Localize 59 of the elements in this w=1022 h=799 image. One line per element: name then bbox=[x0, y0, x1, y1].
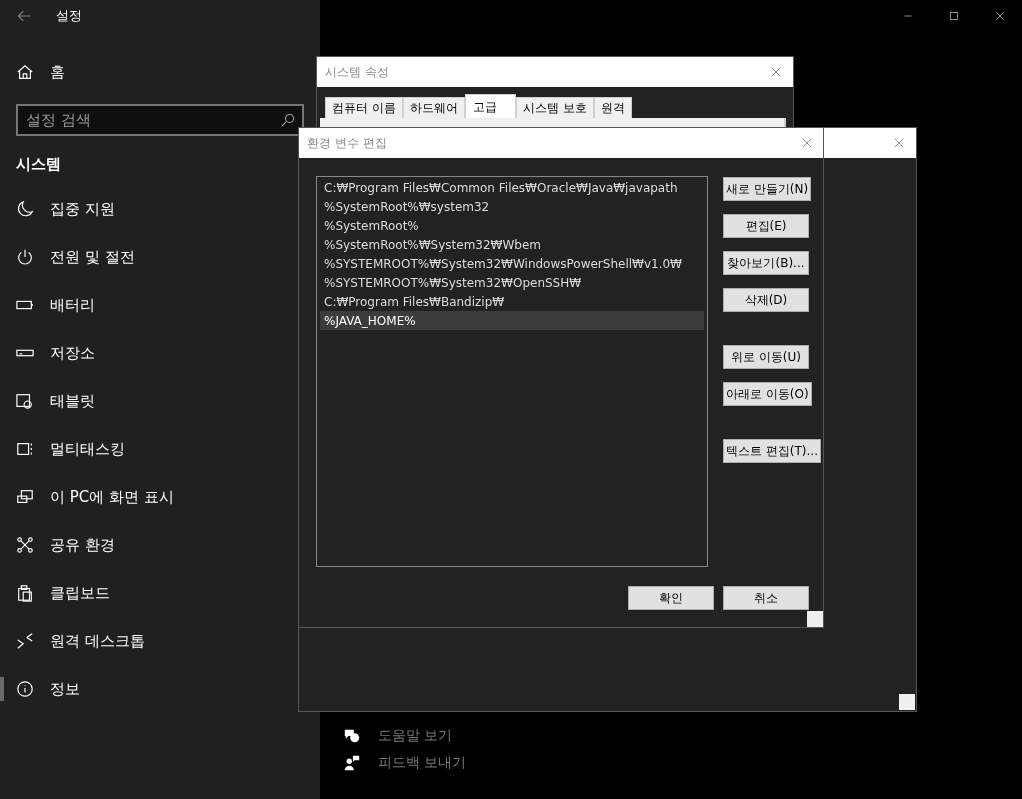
close-icon bbox=[892, 136, 906, 150]
share-icon bbox=[16, 536, 34, 554]
list-item[interactable]: %SystemRoot%₩System32₩Wbem bbox=[320, 235, 704, 254]
dialog-button[interactable]: 새로 만들기(N) bbox=[723, 177, 812, 201]
resize-grip bbox=[899, 694, 915, 710]
maximize-icon bbox=[947, 9, 961, 23]
tab[interactable]: 원격 bbox=[593, 97, 632, 118]
list-item[interactable]: %SystemRoot% bbox=[320, 216, 704, 235]
nav-item[interactable]: 태블릿 bbox=[0, 377, 320, 425]
tab[interactable]: 고급 bbox=[464, 94, 516, 118]
info-icon bbox=[16, 680, 34, 698]
projector-icon bbox=[16, 488, 34, 506]
tab[interactable]: 시스템 보호 bbox=[515, 97, 594, 118]
dialog-button[interactable]: 편집(E) bbox=[723, 214, 809, 238]
ok-button[interactable]: 확인 bbox=[628, 586, 714, 610]
nav-item[interactable]: 공유 환경 bbox=[0, 521, 320, 569]
list-item[interactable]: %SYSTEMROOT%₩System32₩OpenSSH₩ bbox=[320, 273, 704, 292]
cancel-button[interactable]: 취소 bbox=[723, 586, 809, 610]
nav-item[interactable]: 이 PC에 화면 표시 bbox=[0, 473, 320, 521]
tab[interactable]: 하드웨어 bbox=[402, 97, 465, 118]
tab[interactable]: 컴퓨터 이름 bbox=[325, 97, 403, 118]
close-icon bbox=[800, 136, 814, 150]
nav-item[interactable]: 저장소 bbox=[0, 329, 320, 377]
back-icon bbox=[16, 8, 32, 24]
nav-item[interactable]: 전원 및 절전 bbox=[0, 233, 320, 281]
dialog-button[interactable]: 아래로 이동(O) bbox=[723, 382, 812, 406]
nav-item[interactable]: 클립보드 bbox=[0, 569, 320, 617]
tablet-icon bbox=[16, 392, 34, 410]
feedback-icon bbox=[343, 753, 361, 772]
nav-item[interactable]: 원격 데스크톱 bbox=[0, 617, 320, 665]
search-icon bbox=[280, 112, 296, 128]
dialog-button[interactable]: 텍스트 편집(T)... bbox=[723, 439, 821, 463]
dialog-title: 환경 변수 편집 bbox=[307, 135, 387, 152]
app-title: 설정 bbox=[56, 7, 82, 26]
search-field[interactable]: 설정 검색 bbox=[16, 104, 304, 136]
remote-icon bbox=[16, 632, 34, 650]
list-item[interactable]: C:₩Program Files₩Common Files₩Oracle₩Java₩javapath bbox=[320, 178, 704, 197]
resize-grip bbox=[807, 611, 823, 627]
power-icon bbox=[16, 248, 34, 266]
home-icon bbox=[16, 63, 34, 81]
help-link[interactable]: 피드백 보내기 bbox=[343, 752, 467, 773]
dialog-button[interactable]: 찾아보기(B)... bbox=[723, 251, 809, 275]
moon-icon bbox=[16, 200, 34, 218]
dialog-button[interactable]: 삭제(D) bbox=[723, 288, 809, 312]
list-item[interactable]: C:₩Program Files₩Bandizip₩ bbox=[320, 292, 704, 311]
list-item[interactable]: %JAVA_HOME% bbox=[320, 311, 704, 330]
nav-item[interactable]: 집중 지원 bbox=[0, 185, 320, 233]
dialog-title: 시스템 속성 bbox=[325, 64, 389, 81]
help-link[interactable]: 도움말 보기 bbox=[343, 725, 453, 746]
clipboard-icon bbox=[16, 584, 34, 602]
list-item[interactable]: %SYSTEMROOT%₩System32₩WindowsPowerShell₩v1.0₩ bbox=[320, 254, 704, 273]
nav-item[interactable]: 배터리 bbox=[0, 281, 320, 329]
close-icon bbox=[769, 65, 783, 79]
dialog-button[interactable]: 위로 이동(U) bbox=[723, 345, 809, 369]
nav-item[interactable]: 멀티태스킹 bbox=[0, 425, 320, 473]
list-item[interactable]: %SystemRoot%₩system32 bbox=[320, 197, 704, 216]
nav-item[interactable]: 정보 bbox=[0, 665, 320, 713]
multitasking-icon bbox=[16, 440, 34, 458]
home-item[interactable]: 홈 bbox=[0, 48, 320, 96]
